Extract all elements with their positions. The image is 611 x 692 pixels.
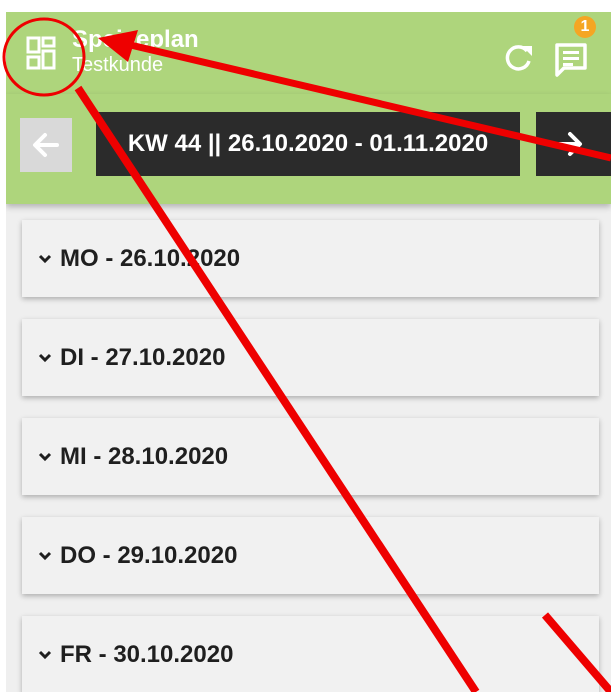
chevron-down-icon <box>38 551 52 560</box>
screenshot-frame: Speiseplan Testkunde 1 KW 44 || 26.10.20… <box>0 0 611 692</box>
chevron-down-icon <box>38 353 52 362</box>
app-subtitle: Testkunde <box>72 54 164 76</box>
day-card-friday[interactable]: FR - 30.10.2020 <box>22 616 599 692</box>
day-label: FR - 30.10.2020 <box>60 640 234 668</box>
week-navigation: KW 44 || 26.10.2020 - 01.11.2020 <box>6 94 611 204</box>
app-bar: Speiseplan Testkunde 1 <box>6 12 611 94</box>
day-card-tuesday[interactable]: DI - 27.10.2020 <box>22 319 599 396</box>
chevron-down-icon <box>38 452 52 461</box>
day-label: MO - 26.10.2020 <box>60 244 241 272</box>
arrow-right-icon <box>556 132 582 156</box>
previous-week-button[interactable] <box>20 118 72 172</box>
title-block: Speiseplan Testkunde <box>72 26 199 76</box>
next-week-button[interactable] <box>536 112 611 176</box>
notification-badge: 1 <box>574 16 596 38</box>
chevron-down-icon <box>38 650 52 659</box>
refresh-icon[interactable] <box>502 42 534 74</box>
chevron-down-icon <box>38 254 52 263</box>
app-title: Speiseplan <box>72 26 199 53</box>
week-selector-button[interactable]: KW 44 || 26.10.2020 - 01.11.2020 <box>96 112 520 176</box>
day-label: DI - 27.10.2020 <box>60 343 226 371</box>
dashboard-icon[interactable] <box>26 36 56 70</box>
day-card-monday[interactable]: MO - 26.10.2020 <box>22 220 599 297</box>
message-icon[interactable] <box>554 40 588 78</box>
day-card-wednesday[interactable]: MI - 28.10.2020 <box>22 418 599 495</box>
arrow-left-icon <box>33 133 59 157</box>
day-card-thursday[interactable]: DO - 29.10.2020 <box>22 517 599 594</box>
day-label: DO - 29.10.2020 <box>60 541 238 569</box>
app-screen: Speiseplan Testkunde 1 KW 44 || 26.10.20… <box>6 12 611 692</box>
day-label: MI - 28.10.2020 <box>60 442 229 470</box>
